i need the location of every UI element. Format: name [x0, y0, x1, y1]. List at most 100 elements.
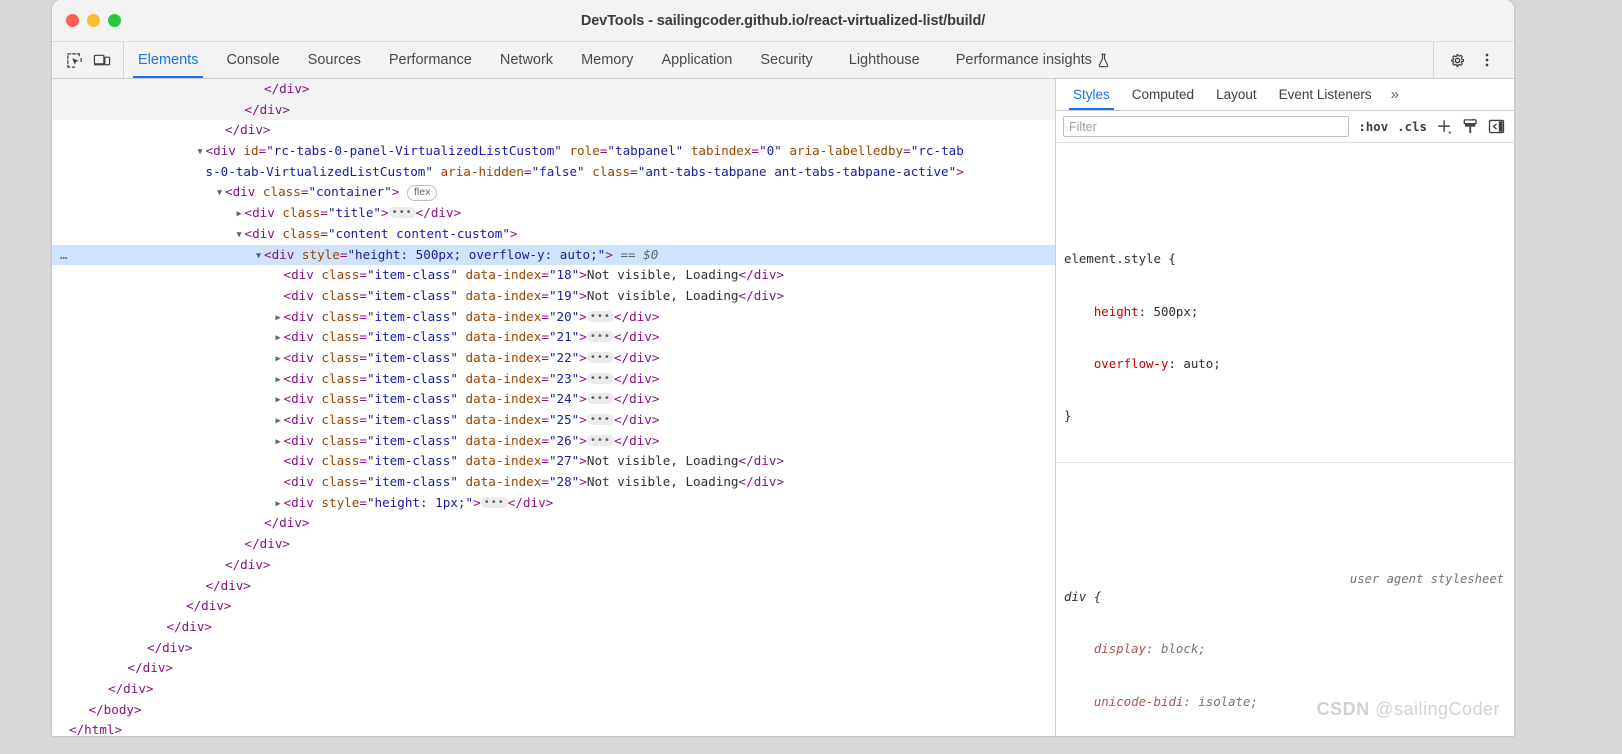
toggle-class-button[interactable]: .cls: [1397, 119, 1427, 134]
minimize-window-button[interactable]: [87, 14, 100, 27]
dom-tree-row[interactable]: ▶</div>: [52, 120, 1055, 141]
declaration[interactable]: unicode-bidi: isolate;: [1064, 693, 1514, 710]
property-value[interactable]: : isolate;: [1183, 694, 1258, 709]
dom-tree-row[interactable]: ▶ <div class="item-class" data-index="22"…: [52, 348, 1055, 369]
tab-lighthouse[interactable]: Lighthouse: [827, 42, 934, 78]
dom-tree-row[interactable]: ▶</div>: [52, 576, 1055, 597]
declaration[interactable]: display: block;: [1064, 640, 1514, 657]
collapse-triangle-icon[interactable]: ▼: [253, 246, 264, 267]
tab-computed[interactable]: Computed: [1121, 79, 1205, 110]
expand-children-badge[interactable]: •••: [480, 496, 508, 508]
tab-memory[interactable]: Memory: [567, 42, 647, 78]
dom-tree-row[interactable]: ▶ <div class="item-class" data-index="23"…: [52, 369, 1055, 390]
dom-tree-row[interactable]: ▶</div>: [52, 658, 1055, 679]
expand-children-badge[interactable]: •••: [586, 351, 614, 363]
declaration[interactable]: overflow-y: auto;: [1064, 355, 1514, 372]
dom-tree-row[interactable]: ▶</div>: [52, 513, 1055, 534]
plus-icon[interactable]: [1436, 118, 1453, 135]
dom-tree-row[interactable]: ▶<div class="item-class" data-index="18"…: [52, 265, 1055, 286]
tab-console[interactable]: Console: [212, 42, 293, 78]
dom-tree-row[interactable]: ▶</div>: [52, 99, 1055, 121]
expand-triangle-icon[interactable]: ▶: [273, 349, 284, 370]
dom-tree-row[interactable]: ▶ <div class="item-class" data-index="25"…: [52, 410, 1055, 431]
dom-tree-row[interactable]: ▶ <div class="item-class" data-index="20"…: [52, 307, 1055, 328]
dom-tree-row[interactable]: ▶</div>: [52, 79, 1055, 100]
dom-tree-row[interactable]: ▶ <div class="item-class" data-index="24"…: [52, 389, 1055, 410]
styles-more-tabs-button[interactable]: »: [1383, 79, 1407, 110]
property-value[interactable]: : block;: [1146, 641, 1206, 656]
close-window-button[interactable]: [66, 14, 79, 27]
dom-tree-row[interactable]: ▶<div class="item-class" data-index="27"…: [52, 451, 1055, 472]
expand-triangle-icon[interactable]: ▶: [273, 494, 284, 515]
dom-tree-row[interactable]: ▶</div>: [52, 638, 1055, 659]
paint-style-icon[interactable]: [1462, 118, 1479, 135]
dom-tree-row[interactable]: ▶s-0-tab-VirtualizedListCustom" aria-hid…: [52, 162, 1055, 183]
expand-children-badge[interactable]: •••: [586, 434, 614, 446]
flex-badge[interactable]: flex: [407, 185, 438, 202]
dom-tree-row[interactable]: ▼ <div class="content content-custom">: [52, 224, 1055, 245]
dom-tree-row[interactable]: ▶</html>: [52, 720, 1055, 736]
expand-children-badge[interactable]: •••: [586, 331, 614, 343]
rule-selector[interactable]: element.style {: [1064, 250, 1514, 267]
tab-layout[interactable]: Layout: [1205, 79, 1268, 110]
styles-rules-list[interactable]: element.style { height: 500px; overflow-…: [1056, 143, 1514, 736]
tab-styles[interactable]: Styles: [1062, 79, 1121, 110]
expand-triangle-icon[interactable]: ▶: [273, 328, 284, 349]
tab-performance[interactable]: Performance: [375, 42, 486, 78]
expand-triangle-icon[interactable]: ▶: [234, 204, 245, 225]
dom-tree[interactable]: ▶</div>▶</div>▶</div>▼<div id="rc-tabs-0…: [52, 79, 1055, 736]
expand-children-badge[interactable]: •••: [586, 310, 614, 322]
sidebar-toggle-icon[interactable]: [1488, 118, 1505, 135]
dom-tree-row[interactable]: ▶ <div class="item-class" data-index="26"…: [52, 431, 1055, 452]
tab-security[interactable]: Security: [746, 42, 826, 78]
tab-network[interactable]: Network: [486, 42, 567, 78]
expand-triangle-icon[interactable]: ▶: [273, 390, 284, 411]
tab-event-listeners[interactable]: Event Listeners: [1268, 79, 1383, 110]
dom-tree-row[interactable]: ▶<div class="item-class" data-index="28"…: [52, 472, 1055, 493]
expand-children-badge[interactable]: •••: [586, 414, 614, 425]
tab-elements[interactable]: Elements: [124, 42, 212, 78]
dom-tree-row[interactable]: ▶</div>: [52, 596, 1055, 617]
dom-tree-row[interactable]: ▶</div>: [52, 617, 1055, 638]
property-value[interactable]: : auto;: [1168, 356, 1220, 371]
dom-tree-row[interactable]: … ▼ <div style="height: 500px; overflow-y:…: [52, 244, 1055, 267]
property-value[interactable]: : 500px;: [1139, 304, 1199, 319]
dom-tree-row[interactable]: ▶</div>: [52, 555, 1055, 576]
styles-filter-input[interactable]: Filter: [1063, 116, 1350, 137]
device-toolbar-icon[interactable]: [93, 52, 111, 69]
toggle-element-state-button[interactable]: :hov: [1358, 119, 1388, 134]
dom-tree-row[interactable]: ▶</body>: [52, 700, 1055, 721]
rule-selector[interactable]: div {: [1064, 588, 1514, 605]
dom-tree-row[interactable]: ▶ <div class="item-class" data-index="21"…: [52, 327, 1055, 348]
expand-triangle-icon[interactable]: ▶: [273, 411, 284, 432]
tab-application[interactable]: Application: [647, 42, 746, 78]
dom-row-overflow-indicator[interactable]: …: [60, 245, 69, 266]
dom-tree-row[interactable]: ▶</div>: [52, 679, 1055, 700]
expand-triangle-icon[interactable]: ▶: [273, 370, 284, 391]
inspect-cursor-icon[interactable]: [66, 52, 83, 69]
style-rule-element-style[interactable]: element.style { height: 500px; overflow-…: [1056, 213, 1514, 464]
collapse-triangle-icon[interactable]: ▼: [234, 225, 245, 246]
style-rule-div-ua[interactable]: user agent stylesheet div { display: blo…: [1056, 533, 1514, 736]
tab-sources[interactable]: Sources: [294, 42, 375, 78]
dom-tree-row[interactable]: ▼ <div id = "rc-tabs-0-panel-VirtualizedLis…: [52, 141, 1055, 162]
collapse-triangle-icon[interactable]: ▼: [214, 183, 225, 204]
dom-tree-row[interactable]: ▼ <div class="container"> flex: [52, 182, 1055, 203]
tab-performance-insights[interactable]: Performance insights: [934, 42, 1124, 78]
declaration[interactable]: height: 500px;: [1064, 303, 1514, 320]
expand-triangle-icon[interactable]: ▶: [273, 308, 284, 329]
gear-icon[interactable]: [1444, 47, 1470, 73]
dom-tree-row[interactable]: ▶ <div class="title"> ••• </div>: [52, 203, 1055, 224]
elements-dom-pane[interactable]: ▶</div>▶</div>▶</div>▼<div id="rc-tabs-0…: [52, 79, 1056, 736]
expand-triangle-icon[interactable]: ▶: [273, 432, 284, 453]
dom-tree-row[interactable]: ▶<div class="item-class" data-index="19"…: [52, 286, 1055, 307]
property-name[interactable]: overflow-y: [1094, 356, 1169, 371]
property-name[interactable]: height: [1094, 304, 1139, 319]
expand-children-badge[interactable]: •••: [388, 207, 416, 219]
property-name[interactable]: unicode-bidi: [1094, 694, 1184, 709]
dom-tree-row[interactable]: ▶ <div style="height: 1px;"> ••• </div>: [52, 493, 1055, 514]
collapse-triangle-icon[interactable]: ▼: [195, 142, 206, 163]
more-vertical-icon[interactable]: [1474, 47, 1500, 73]
expand-children-badge[interactable]: •••: [586, 393, 614, 405]
maximize-window-button[interactable]: [108, 14, 121, 27]
